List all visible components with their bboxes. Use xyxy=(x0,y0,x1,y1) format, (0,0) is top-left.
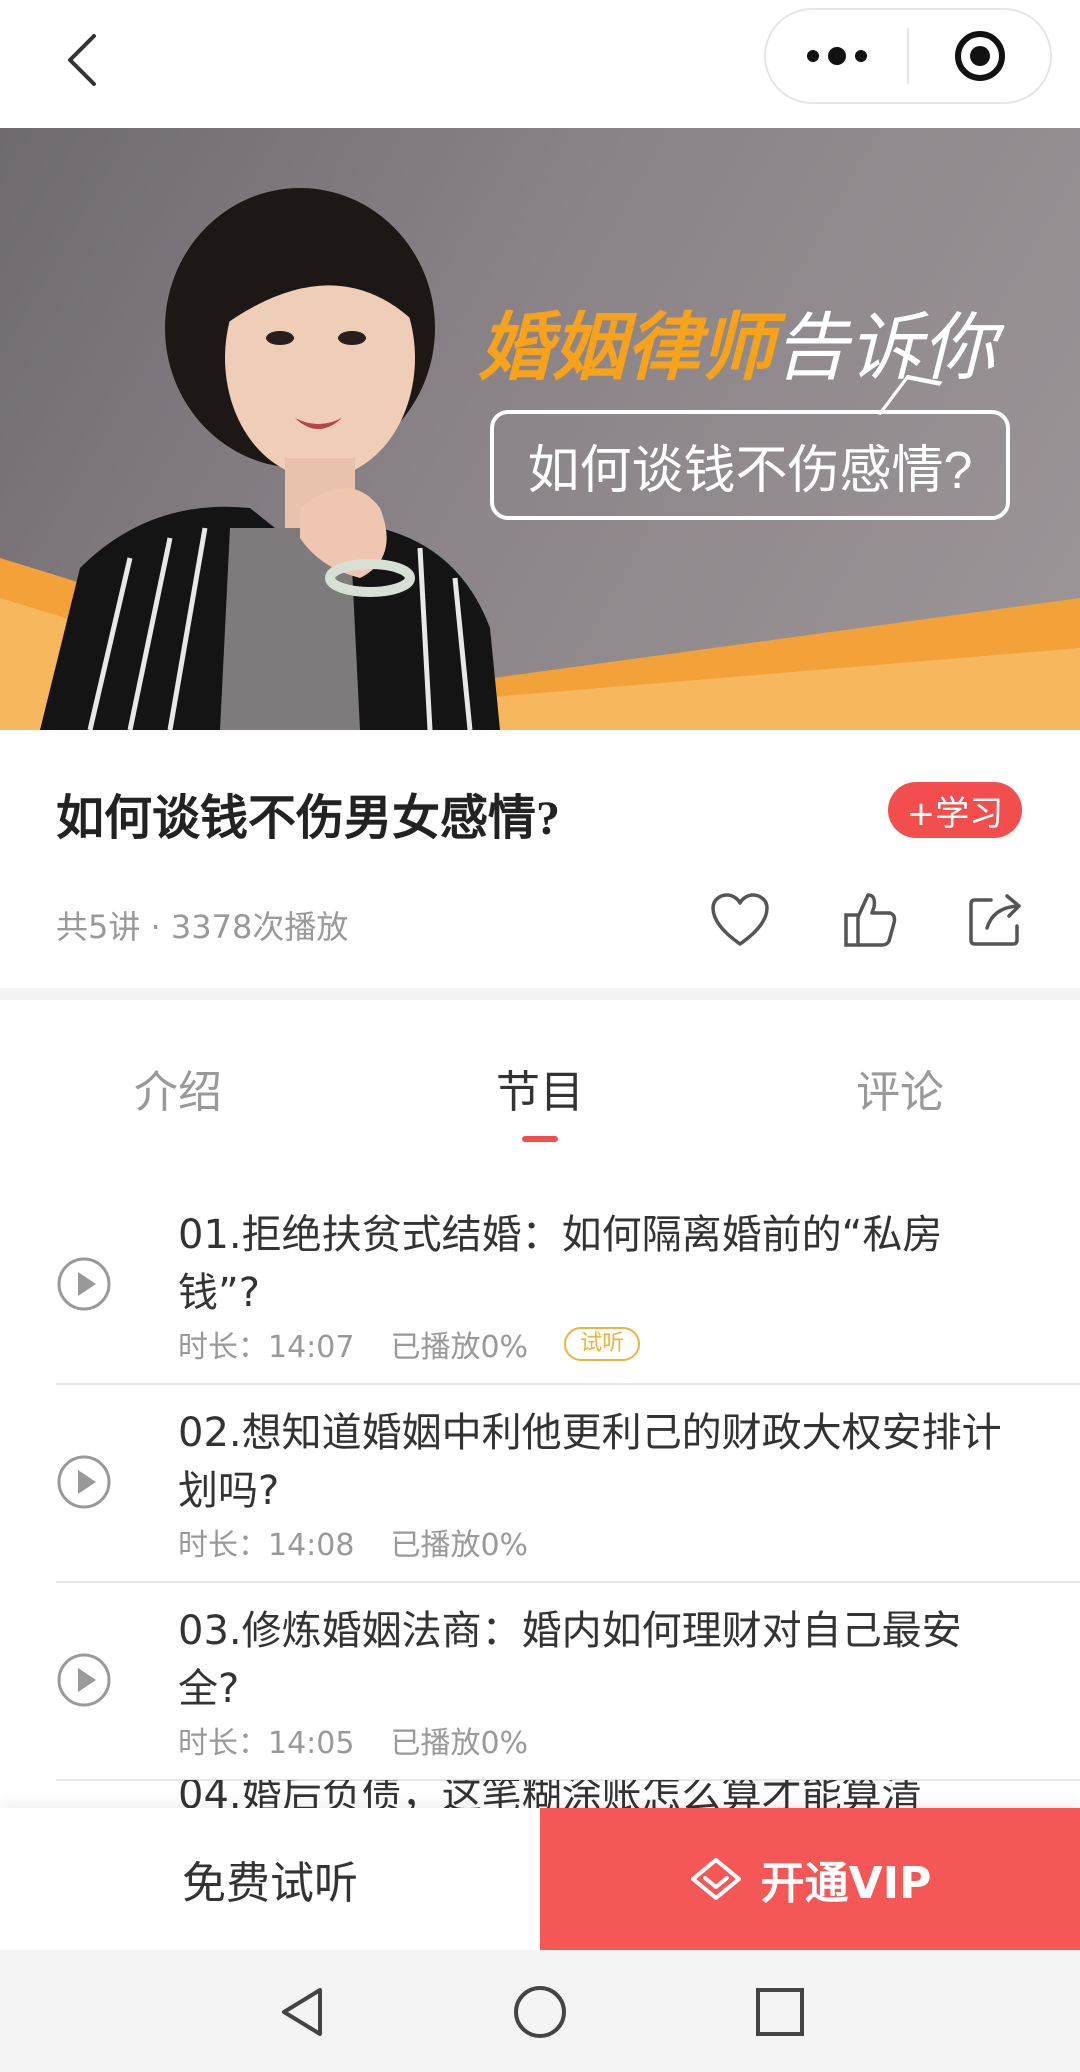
banner-headline-rest: 告诉你 xyxy=(774,306,996,389)
episode-meta: 时长：14:05 已播放0% xyxy=(178,1718,528,1762)
presenter-photo xyxy=(40,188,500,730)
system-home-button[interactable] xyxy=(508,1980,572,2044)
diamond-icon xyxy=(689,1856,743,1902)
tab-intro[interactable]: 介绍 xyxy=(134,1056,222,1120)
course-meta: 共5讲 · 3378次播放 xyxy=(56,908,349,946)
episode-item[interactable]: 04.婚后负债，这笔糊涂账怎么算才能算清 xyxy=(0,1780,1080,1808)
system-recents-button[interactable] xyxy=(748,1980,812,2044)
episode-progress: 已播放0% xyxy=(390,1528,529,1563)
active-tab-indicator xyxy=(522,1136,558,1142)
tab-programs[interactable]: 节目 xyxy=(496,1056,584,1120)
share-button[interactable] xyxy=(964,888,1028,952)
trial-badge: 试听 xyxy=(564,1327,641,1361)
banner-speech-bubble: 如何谈钱不伤感情? xyxy=(490,410,1010,520)
open-vip-button[interactable]: 开通VIP xyxy=(540,1808,1080,1950)
share-icon xyxy=(969,894,1021,946)
episode-title: 02.想知道婚姻中利他更利己的财政大权安排计划吗? xyxy=(178,1410,1002,1514)
episode-progress: 已播放0% xyxy=(390,1726,529,1761)
close-button[interactable] xyxy=(909,10,1050,102)
episode-title: 04.婚后负债，这笔糊涂账怎么算才能算清 xyxy=(178,1780,922,1808)
system-back-button[interactable] xyxy=(270,1980,334,2044)
episode-duration: 时长：14:08 xyxy=(178,1528,355,1563)
bottom-action-bar: 免费试听 开通VIP xyxy=(0,1808,1080,1950)
episode-title: 03.修炼婚姻法商：婚内如何理财对自己最安全? xyxy=(178,1608,962,1712)
episode-meta: 时长：14:08 已播放0% xyxy=(178,1520,528,1564)
free-listen-button[interactable]: 免费试听 xyxy=(0,1808,540,1950)
add-to-learn-button[interactable]: +学习 xyxy=(888,782,1022,838)
play-icon[interactable] xyxy=(56,1256,112,1312)
target-circle-icon xyxy=(954,31,1005,81)
thumbs-up-icon xyxy=(844,893,897,947)
circle-home-icon xyxy=(514,1986,566,2038)
top-bar xyxy=(0,0,1080,128)
favorite-button[interactable] xyxy=(708,888,772,952)
chevron-left-icon xyxy=(68,34,96,86)
course-banner: 婚姻律师告诉你 如何谈钱不伤感情? xyxy=(0,128,1080,730)
section-separator xyxy=(0,988,1080,1000)
play-icon[interactable] xyxy=(56,1454,112,1510)
episode-progress: 已播放0% xyxy=(390,1330,529,1365)
episode-duration: 时长：14:07 xyxy=(178,1330,355,1365)
heart-icon xyxy=(711,893,769,946)
like-button[interactable] xyxy=(838,888,902,952)
episode-item[interactable]: 01.拒绝扶贫式结婚：如何隔离婚前的“私房钱”? 时长：14:07 已播放0% … xyxy=(0,1186,1080,1384)
back-button[interactable] xyxy=(42,20,122,100)
square-recents-icon xyxy=(756,1988,804,2036)
mini-program-capsule xyxy=(764,8,1052,104)
course-title: 如何谈钱不伤男女感情? xyxy=(56,792,561,845)
play-icon[interactable] xyxy=(56,1652,112,1708)
banner-bubble-text: 如何谈钱不伤感情? xyxy=(527,441,973,500)
content-tabs: 介绍 节目 评论 xyxy=(0,1000,1080,1150)
episode-meta: 时长：14:07 已播放0% 试听 xyxy=(178,1322,641,1366)
episode-item[interactable]: 03.修炼婚姻法商：婚内如何理财对自己最安全? 时长：14:05 已播放0% xyxy=(0,1582,1080,1780)
episode-title: 01.拒绝扶贫式结婚：如何隔离婚前的“私房钱”? xyxy=(178,1212,943,1316)
open-vip-label: 开通VIP xyxy=(760,1858,932,1909)
system-navigation-bar xyxy=(0,1950,1080,2072)
more-button[interactable] xyxy=(766,10,907,102)
tab-comments[interactable]: 评论 xyxy=(856,1056,944,1120)
episode-duration: 时长：14:05 xyxy=(178,1726,355,1761)
triangle-back-icon xyxy=(282,1988,322,2036)
more-dots-icon xyxy=(806,47,867,65)
banner-headline-highlight: 婚姻律师 xyxy=(478,306,774,389)
episode-item[interactable]: 02.想知道婚姻中利他更利己的财政大权安排计划吗? 时长：14:08 已播放0% xyxy=(0,1384,1080,1582)
